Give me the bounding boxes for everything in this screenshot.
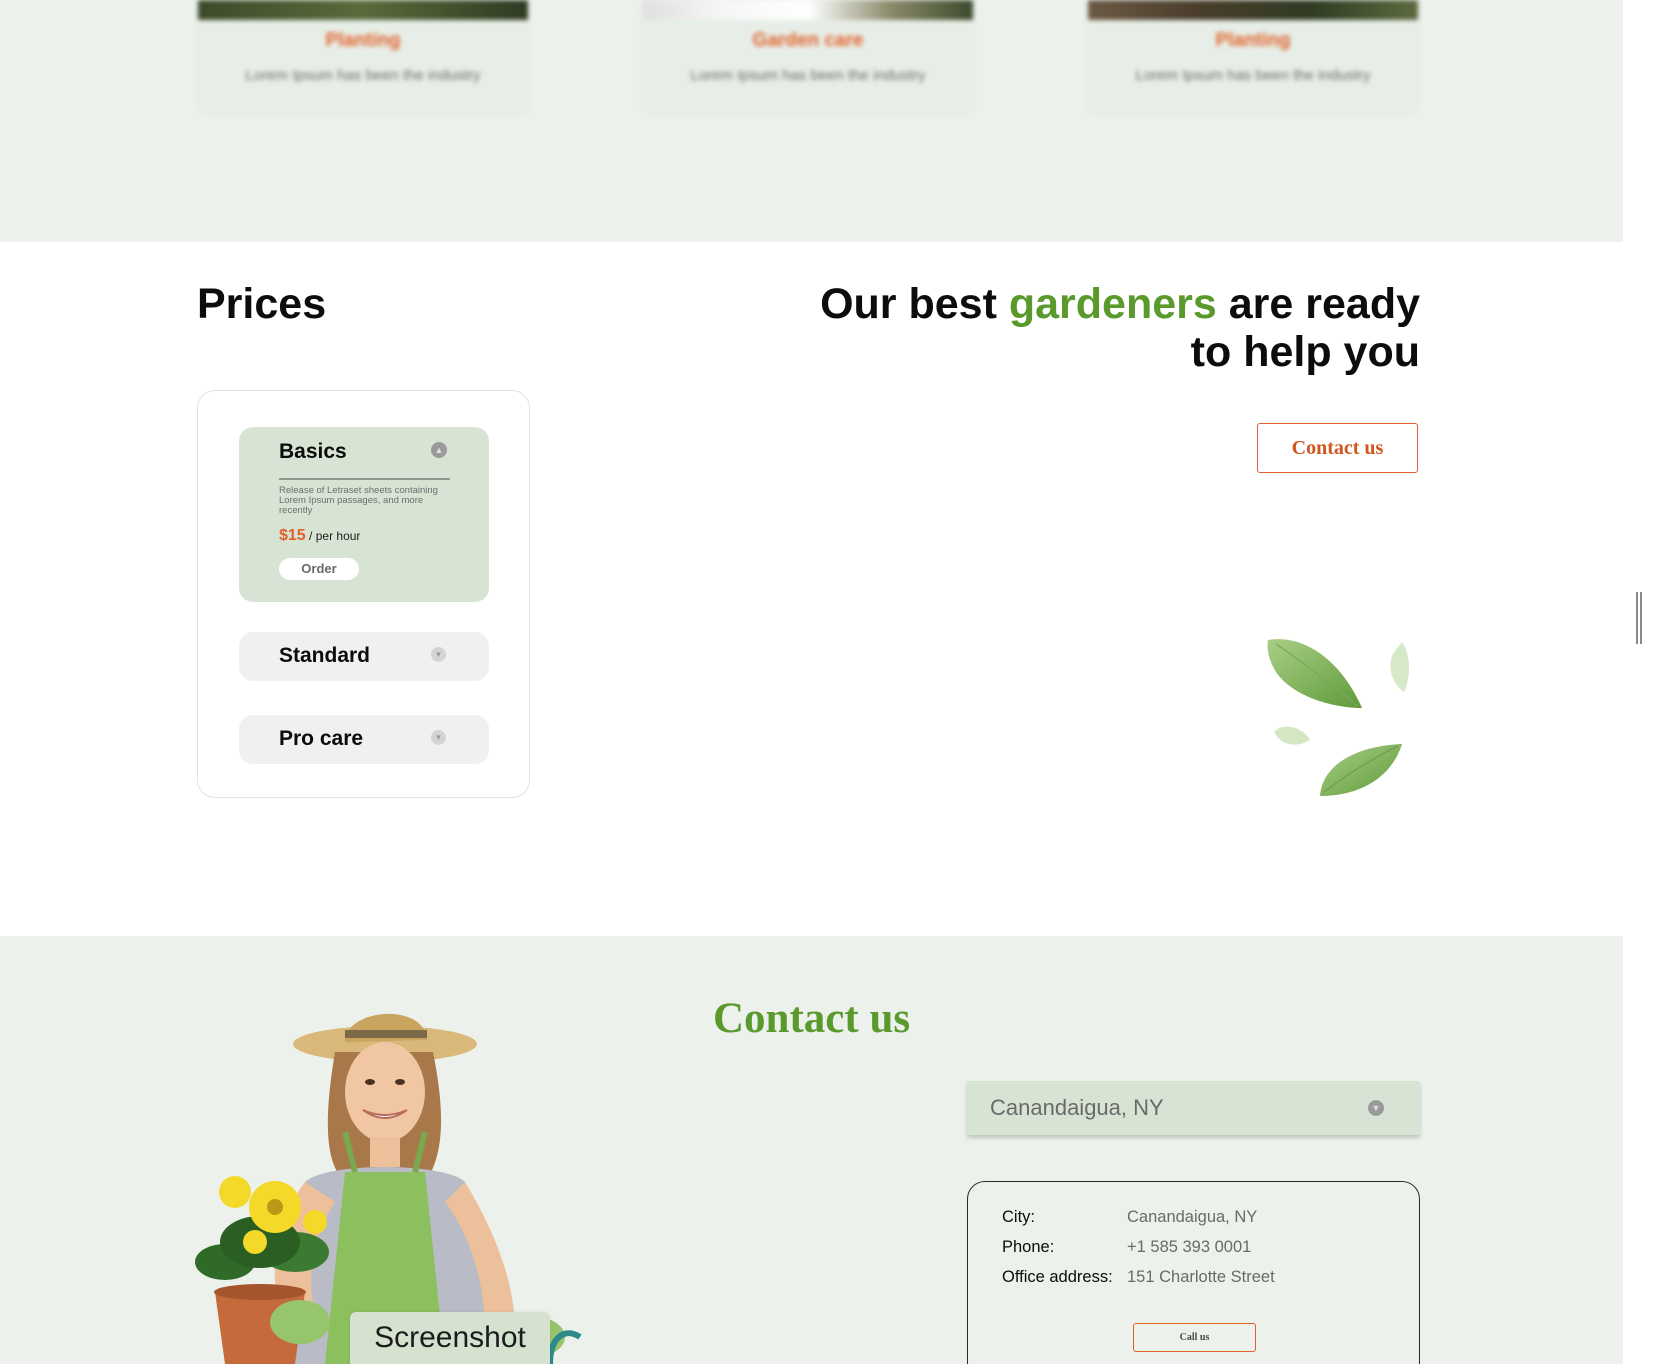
service-text: Lorem Ipsum has been the industry: [690, 67, 926, 84]
price-unit: / per hour: [309, 529, 361, 543]
promo-title-start: Our best: [820, 280, 1009, 328]
address-value: 151 Charlotte Street: [1127, 1268, 1275, 1286]
contact-section: Contact us Canandaigua, NY ▼ City: Canan…: [0, 936, 1623, 1364]
service-image: [643, 0, 973, 20]
scrollbar[interactable]: [1623, 0, 1656, 1364]
plan-name: Standard: [279, 644, 371, 667]
price-amount: $15: [279, 527, 306, 544]
service-text: Lorem Ipsum has been the industry: [245, 67, 481, 84]
service-card[interactable]: Planting Lorem Ipsum has been the indust…: [198, 0, 528, 113]
chevron-up-icon[interactable]: ▲: [431, 442, 447, 458]
plan-description: Release of Letraset sheets containing Lo…: [279, 485, 438, 516]
plan-divider: [279, 478, 450, 480]
plan-pro-care[interactable]: Pro care ▼: [239, 715, 489, 764]
promo-title: Our best gardeners are ready to help you: [820, 280, 1420, 376]
service-image: [198, 0, 528, 20]
page: Planting Lorem Ipsum has been the indust…: [0, 0, 1656, 1364]
order-button[interactable]: Order: [279, 558, 359, 580]
city-value: Canandaigua, NY: [1127, 1208, 1258, 1226]
service-title: Planting: [1215, 30, 1291, 51]
contact-info-card: City: Canandaigua, NY Phone: +1 585 393 …: [967, 1181, 1420, 1364]
pricing-accordion: Basics ▲ Release of Letraset sheets cont…: [197, 390, 530, 798]
contact-heading: Contact us: [713, 995, 911, 1042]
promo-title-end: are ready to help you: [1190, 280, 1420, 376]
promo-title-highlight: gardeners: [1008, 280, 1217, 328]
plan-name: Pro care: [279, 727, 364, 750]
service-card[interactable]: Planting Lorem Ipsum has been the indust…: [1088, 0, 1418, 113]
phone-label: Phone:: [1002, 1238, 1055, 1256]
screenshot-badge[interactable]: Screenshot: [350, 1312, 550, 1364]
call-us-button[interactable]: Call us: [1133, 1323, 1256, 1352]
leaves-illustration: [1267, 639, 1409, 796]
scrollbar-thumb[interactable]: [1636, 592, 1642, 644]
service-title: Planting: [325, 30, 401, 51]
city-select-value: Canandaigua, NY: [990, 1095, 1164, 1120]
prices-title: Prices: [197, 280, 327, 328]
service-title: Garden care: [752, 30, 864, 51]
chevron-down-icon[interactable]: ▼: [1368, 1100, 1384, 1116]
city-label: City:: [1002, 1208, 1035, 1226]
chevron-down-icon[interactable]: ▼: [431, 647, 446, 662]
main-content: Planting Lorem Ipsum has been the indust…: [0, 0, 1623, 1364]
service-text: Lorem Ipsum has been the industry: [1135, 67, 1371, 84]
plan-name: Basics: [279, 440, 347, 463]
contact-us-button[interactable]: Contact us: [1257, 423, 1418, 473]
chevron-down-icon[interactable]: ▼: [431, 730, 446, 745]
service-card[interactable]: Garden care Lorem Ipsum has been the ind…: [643, 0, 973, 113]
plan-standard[interactable]: Standard ▼: [239, 632, 489, 681]
service-image: [1088, 0, 1418, 20]
gardener-illustration: [195, 1013, 582, 1364]
services-section: Planting Lorem Ipsum has been the indust…: [0, 0, 1623, 242]
city-select[interactable]: Canandaigua, NY ▼: [967, 1081, 1420, 1135]
plan-price: $15 / per hour: [279, 527, 360, 545]
plan-basics[interactable]: Basics ▲ Release of Letraset sheets cont…: [239, 427, 489, 602]
phone-value[interactable]: +1 585 393 0001: [1127, 1238, 1251, 1257]
address-label: Office address:: [1002, 1268, 1113, 1286]
